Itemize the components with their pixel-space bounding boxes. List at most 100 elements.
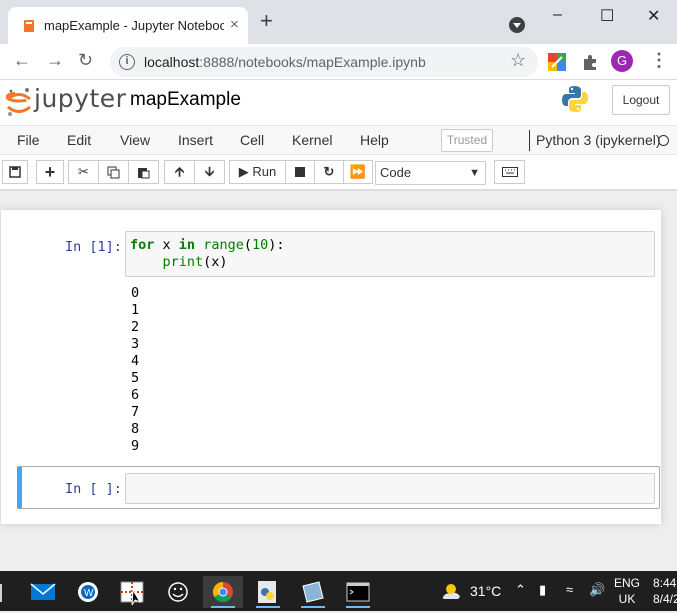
weather-temp[interactable]: 31°C [470, 583, 501, 599]
forward-icon[interactable]: → [46, 50, 64, 71]
taskbar-mail[interactable] [23, 576, 63, 608]
menu-cell[interactable]: Cell [240, 132, 264, 148]
menu-view[interactable]: View [120, 132, 150, 148]
taskbar-emoji[interactable] [158, 576, 198, 608]
taskbar-chrome[interactable] [203, 576, 243, 608]
taskbar-snip[interactable] [113, 576, 153, 608]
lang-region: UK [618, 592, 636, 606]
cell-type-select[interactable]: Code ▼ [375, 161, 486, 185]
output-line: 5 [131, 370, 140, 386]
cell-2-input[interactable] [125, 473, 655, 504]
output-line: 4 [131, 353, 140, 369]
notepad-icon [302, 581, 324, 603]
paste-icon [138, 168, 150, 179]
close-window-button[interactable]: ✕ [647, 6, 660, 26]
browser-menu-icon[interactable]: ⋮ [650, 50, 668, 71]
cut-button[interactable]: ✂ [68, 160, 99, 184]
taskbar-python[interactable] [248, 576, 288, 608]
bookmark-star-icon[interactable]: ☆ [510, 50, 526, 71]
run-button[interactable]: ▶ Run [229, 160, 286, 184]
language-indicator[interactable]: ENG UK [614, 575, 640, 607]
cell-1-output: 0 1 2 3 4 5 6 7 8 9 [131, 285, 139, 455]
move-up-button[interactable]: 🡩 [164, 160, 195, 184]
copy-button[interactable] [98, 160, 129, 184]
logout-button[interactable]: Logout [612, 85, 670, 115]
output-line: 2 [131, 319, 140, 335]
open-indicator [256, 606, 280, 608]
output-line: 8 [131, 421, 140, 437]
browser-tab[interactable]: mapExample - Jupyter Notebook × [8, 7, 248, 44]
url-text[interactable]: localhost:8888/notebooks/mapExample.ipyn… [144, 54, 426, 70]
smiley-icon [168, 582, 188, 602]
restart-button[interactable]: ↻ [314, 160, 344, 184]
tab-strip: mapExample - Jupyter Notebook × + – ☐ ✕ [0, 0, 677, 44]
taskbar-terminal[interactable] [338, 576, 378, 608]
tray-chevron-up-icon[interactable]: ⌃ [515, 582, 526, 598]
chrome-icon [212, 581, 233, 603]
address-bar[interactable]: i localhost:8888/notebooks/mapExample.ip… [110, 47, 538, 77]
arrow-up-icon: 🡩 [174, 164, 185, 179]
back-icon[interactable]: ← [13, 50, 31, 71]
menu-help[interactable]: Help [360, 132, 389, 148]
open-indicator [346, 606, 370, 608]
cell-1-code[interactable]: for x in range(10): print(x) [130, 237, 285, 271]
output-line: 3 [131, 336, 140, 352]
scissors-icon: ✂ [78, 164, 89, 179]
browser-window: mapExample - Jupyter Notebook × + – ☐ ✕ … [0, 0, 677, 611]
cell-1-input[interactable]: for x in range(10): print(x) [125, 231, 655, 277]
menubar: File Edit View Insert Cell Kernel Help T… [0, 125, 677, 155]
browser-toolbar: ← → ↻ i localhost:8888/notebooks/mapExam… [0, 44, 677, 80]
plus-icon: + [44, 162, 56, 182]
tab-search-icon[interactable] [509, 17, 525, 33]
clock-date: 8/4/2 [653, 592, 677, 606]
lang-code: ENG [614, 576, 641, 590]
maximize-button[interactable]: ☐ [600, 6, 614, 26]
minimize-button[interactable]: – [553, 6, 562, 24]
wifi-icon[interactable]: ≈ [566, 582, 573, 597]
volume-icon[interactable]: 🔊 [589, 582, 605, 598]
notebook-favicon-icon [24, 20, 34, 32]
jupyter-header: jupyter mapExample Logout [0, 80, 677, 125]
site-info-icon[interactable]: i [119, 54, 135, 70]
paste-button[interactable] [128, 160, 159, 184]
notebook-title[interactable]: mapExample [130, 89, 241, 111]
save-button[interactable] [2, 160, 28, 184]
trusted-indicator[interactable]: Trusted [441, 129, 493, 152]
menu-kernel[interactable]: Kernel [292, 132, 332, 148]
extension-colorful-icon[interactable] [548, 53, 566, 71]
output-line: 1 [131, 302, 140, 318]
cell-1-prompt: In [1]: [65, 239, 122, 255]
battery-icon[interactable]: ▮ [539, 582, 546, 598]
taskbar-notepad[interactable] [293, 576, 333, 608]
notebook-area[interactable]: In [1]: for x in range(10): print(x) 0 1… [0, 191, 677, 571]
reload-icon[interactable]: ↻ [78, 50, 93, 71]
kernel-status-icon [658, 135, 669, 146]
output-line: 9 [131, 438, 140, 454]
interrupt-button[interactable] [285, 160, 315, 184]
terminal-icon [346, 582, 370, 602]
arrow-down-icon: 🡫 [204, 164, 215, 179]
menu-insert[interactable]: Insert [178, 132, 213, 148]
command-palette-button[interactable] [494, 160, 525, 184]
output-line: 7 [131, 404, 140, 420]
save-icon [9, 166, 21, 178]
new-tab-button[interactable]: + [260, 10, 273, 32]
keyboard-icon [501, 167, 518, 177]
restart-run-all-button[interactable]: ⏩ [343, 160, 373, 184]
taskbar-app-blue-circle[interactable]: W [68, 576, 108, 608]
python-logo-icon [562, 86, 588, 112]
move-down-button[interactable]: 🡫 [194, 160, 225, 184]
output-line: 6 [131, 387, 140, 403]
app-circle-icon: W [78, 582, 98, 602]
menu-file[interactable]: File [17, 132, 40, 148]
jupyter-logo-icon[interactable] [6, 86, 32, 118]
clock[interactable]: 8:44 8/4/2 [653, 575, 677, 607]
output-line: 0 [131, 285, 140, 301]
insert-cell-button[interactable]: + [36, 160, 64, 184]
profile-avatar[interactable]: G [611, 50, 633, 72]
tab-close-icon[interactable]: × [230, 16, 239, 33]
chevron-down-icon: ▼ [469, 167, 480, 179]
weather-icon[interactable] [440, 580, 462, 602]
extensions-puzzle-icon[interactable] [581, 53, 599, 71]
menu-edit[interactable]: Edit [67, 132, 91, 148]
